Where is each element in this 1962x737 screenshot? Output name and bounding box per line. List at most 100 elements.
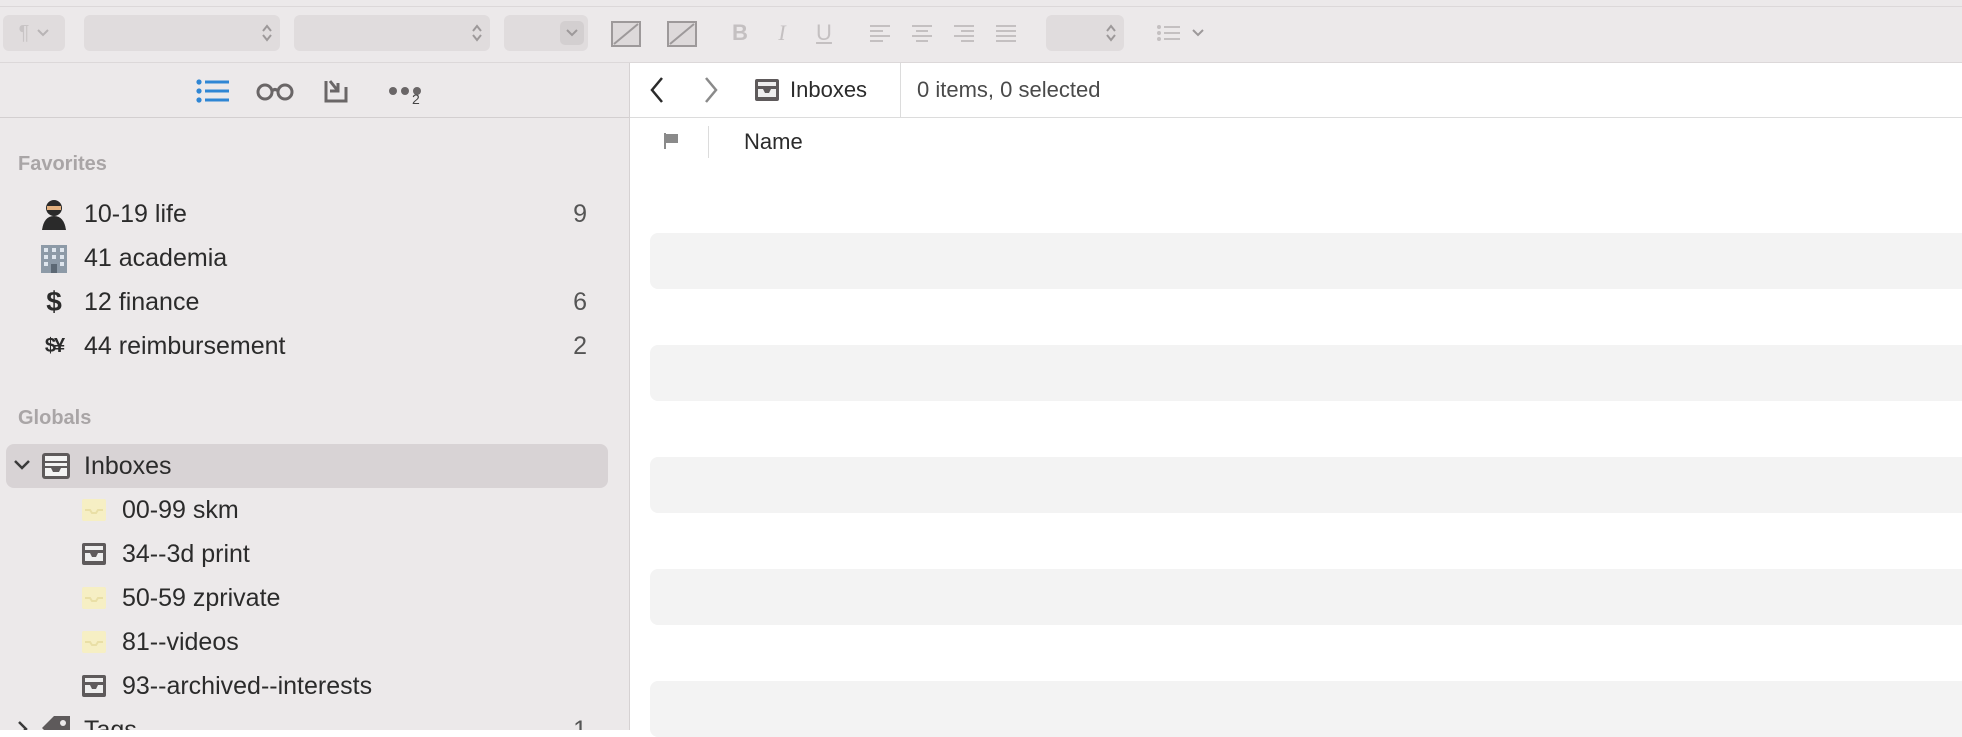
inbox-yellow-icon: [78, 626, 110, 658]
glasses-icon: [256, 83, 294, 101]
disclosure-expanded-icon[interactable]: [13, 456, 31, 474]
column-header: Name: [630, 118, 1962, 166]
inbox-yellow-icon: [78, 494, 110, 526]
sidebar: 2 Favorites 10-19 life 9 41 academia $ 1…: [0, 63, 630, 730]
align-right-button[interactable]: [950, 20, 978, 46]
align-left-icon: [870, 25, 890, 42]
text-color-well[interactable]: [611, 20, 641, 48]
chevron-down-icon: [566, 29, 578, 37]
color-swatch-icon: [667, 21, 697, 47]
stepper-icon: [262, 24, 272, 42]
sidebar-item-inbox-database[interactable]: 93--archived--interests: [0, 664, 629, 708]
align-center-icon: [912, 25, 932, 42]
align-left-button[interactable]: [866, 20, 894, 46]
chevron-down-icon: [1192, 29, 1204, 37]
column-divider: [708, 126, 709, 158]
inbox-tray-icon: [40, 450, 72, 482]
sidebar-item-label: 50-59 zprivate: [122, 584, 281, 612]
sidebar-item-inbox-database[interactable]: 50-59 zprivate: [0, 576, 629, 620]
item-count: 9: [573, 200, 587, 228]
paragraph-style-popup[interactable]: ¶: [3, 15, 65, 51]
sidebar-item-label: 93--archived--interests: [122, 672, 373, 700]
forward-button[interactable]: [696, 73, 726, 107]
main-pane: Inboxes 0 items, 0 selected Name: [630, 63, 1962, 737]
item-count: 6: [573, 288, 587, 316]
disclosure-collapsed-icon[interactable]: [13, 720, 31, 730]
sidebar-item-inbox-database[interactable]: 81--videos: [0, 620, 629, 664]
office-building-icon: [38, 242, 70, 274]
name-column-header[interactable]: Name: [744, 129, 803, 155]
italic-label: I: [778, 20, 786, 45]
sidebar-tab-bar: 2: [0, 63, 629, 118]
sidebar-item-tags[interactable]: Tags 1: [0, 708, 629, 730]
align-right-icon: [954, 25, 974, 42]
align-center-button[interactable]: [908, 20, 936, 46]
status-text: 0 items, 0 selected: [917, 77, 1101, 102]
toolbar-top-line: [0, 6, 1962, 7]
inbox-gray-icon: [78, 538, 110, 570]
sidebar-item-label: Inboxes: [84, 452, 172, 480]
inbox-yellow-icon: [78, 582, 110, 614]
more-badge: 2: [412, 91, 420, 107]
background-color-well[interactable]: [667, 20, 697, 48]
dollar-sign-icon: $: [46, 286, 62, 317]
flag-icon: [664, 133, 678, 149]
tab-import[interactable]: [316, 75, 356, 107]
sidebar-item-label: 81--videos: [122, 628, 239, 656]
justify-icon: [996, 25, 1016, 42]
sidebar-item-label: 00-99 skm: [122, 496, 239, 524]
sidebar-item-label: Tags: [84, 716, 137, 730]
tag-icon: [40, 714, 72, 730]
empty-row-stripe: [650, 681, 1962, 737]
favorite-item[interactable]: 41 academia: [0, 236, 629, 280]
font-style-popup[interactable]: [294, 15, 490, 51]
location-crumb[interactable]: Inboxes: [754, 75, 867, 105]
favorite-label: 10-19 life: [84, 200, 187, 228]
font-family-popup[interactable]: [84, 15, 280, 51]
empty-row-stripe: [650, 233, 1962, 289]
tab-more[interactable]: 2: [380, 75, 430, 107]
stepper-icon: [1106, 24, 1116, 42]
underline-button[interactable]: U: [812, 18, 836, 48]
sidebar-item-inbox-database[interactable]: 00-99 skm: [0, 488, 629, 532]
inbox-gray-icon: [78, 670, 110, 702]
stepper-icon: [472, 24, 482, 42]
paragraph-icon: ¶: [18, 21, 30, 44]
bold-button[interactable]: B: [728, 18, 752, 48]
font-size-dropdown[interactable]: [560, 21, 584, 45]
sidebar-item-inbox-database[interactable]: 34--3d print: [0, 532, 629, 576]
chevron-right-icon: [705, 77, 718, 103]
empty-row-stripe: [650, 345, 1962, 401]
line-spacing-popup[interactable]: [1046, 15, 1124, 51]
favorite-item[interactable]: 10-19 life 9: [0, 192, 629, 236]
inbox-arrow-icon: [324, 80, 348, 103]
navigation-bar: Inboxes 0 items, 0 selected: [630, 63, 1962, 118]
ninja-emoji-icon: [38, 198, 70, 230]
list-style-popup[interactable]: [1150, 20, 1210, 46]
font-size-popup[interactable]: [504, 15, 588, 51]
sidebar-item-inboxes[interactable]: Inboxes: [0, 444, 629, 488]
format-toolbar: ¶ B I U: [0, 0, 1962, 63]
bold-label: B: [732, 20, 748, 45]
flag-column-header[interactable]: [658, 128, 684, 154]
tab-see-also[interactable]: [255, 75, 295, 107]
justify-button[interactable]: [992, 20, 1020, 46]
underline-label: U: [816, 20, 832, 45]
sidebar-item-label: 34--3d print: [122, 540, 250, 568]
item-count: 2: [573, 332, 587, 360]
italic-button[interactable]: I: [770, 18, 794, 48]
chevron-down-icon: [37, 29, 50, 37]
favorite-label: 44 reimbursement: [84, 332, 286, 360]
favorite-item[interactable]: $ 12 finance 6: [0, 280, 629, 324]
tab-navigate[interactable]: [193, 75, 233, 107]
back-button[interactable]: [642, 73, 672, 107]
currency-exchange-icon: $¥: [44, 334, 65, 357]
section-title-favorites: Favorites: [18, 153, 107, 175]
color-swatch-icon: [611, 21, 641, 47]
favorite-label: 12 finance: [84, 288, 200, 316]
item-count: 1: [573, 716, 587, 730]
chevron-left-icon: [650, 77, 663, 103]
favorite-item[interactable]: $¥ 44 reimbursement 2: [0, 324, 629, 368]
inbox-tray-icon: [755, 79, 779, 101]
list-icon: [196, 79, 229, 103]
